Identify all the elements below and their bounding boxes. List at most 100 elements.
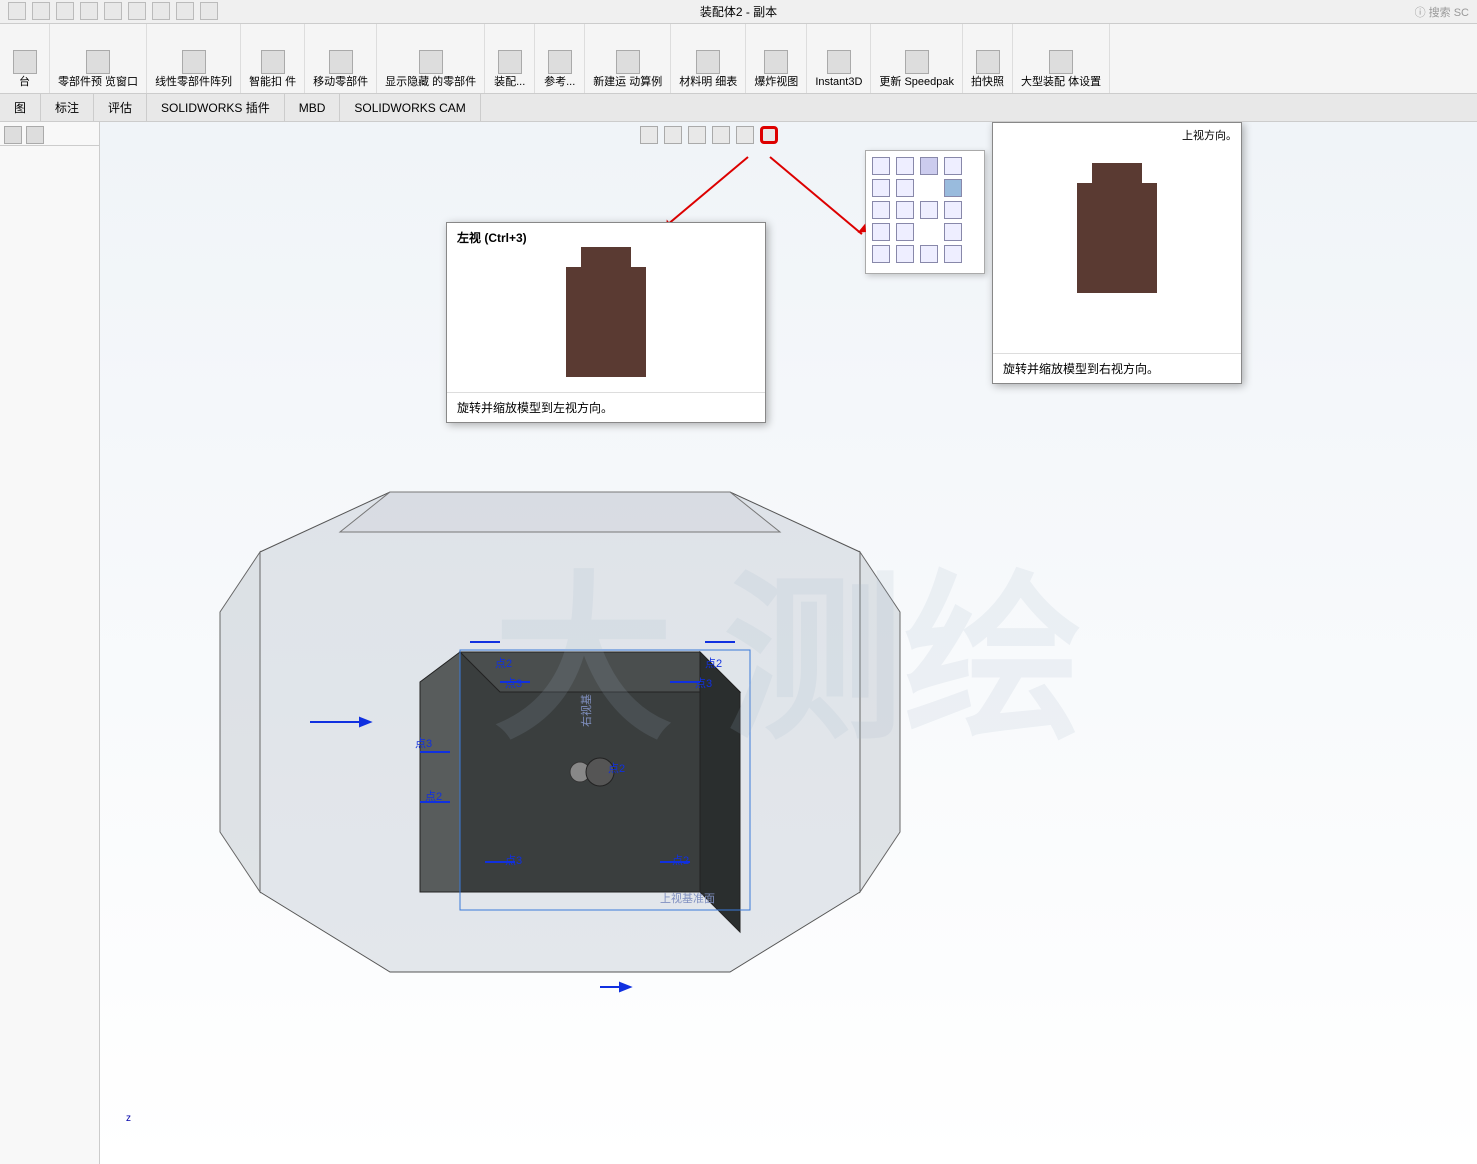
tab[interactable]: 评估	[94, 94, 147, 121]
point-label: 点2	[705, 657, 722, 670]
annotation-arrow	[663, 156, 749, 228]
qat-icon[interactable]	[152, 2, 170, 20]
coordinate-triad: z	[126, 1113, 131, 1124]
view-icon[interactable]	[872, 157, 890, 175]
zoom-fit-icon[interactable]	[640, 126, 658, 144]
right-view-icon[interactable]	[896, 201, 914, 219]
qat-icon[interactable]	[80, 2, 98, 20]
ribbon-btn-motion[interactable]: 新建运 动算例	[585, 24, 671, 93]
ribbon-btn-assembly[interactable]: 装配...	[485, 24, 535, 93]
qat-icon[interactable]	[176, 2, 194, 20]
preview-icon	[86, 50, 110, 74]
explode-icon	[764, 50, 788, 74]
ribbon-btn-move[interactable]: 移动零部件	[305, 24, 377, 93]
document-title: 装配体2 - 副本	[700, 3, 777, 20]
reference-icon	[548, 50, 572, 74]
ribbon-btn-reference[interactable]: 参考...	[535, 24, 585, 93]
view-cube-icon[interactable]	[920, 157, 938, 175]
ribbon-btn-speedpak[interactable]: 更新 Speedpak	[871, 24, 963, 93]
back-view-icon[interactable]	[896, 179, 914, 197]
heads-up-toolbar	[640, 126, 778, 144]
quick-access-toolbar	[8, 2, 218, 20]
ribbon-btn-instant3d[interactable]: Instant3D	[807, 24, 871, 93]
title-bar: 装配体2 - 副本 ⓘ 搜索 SC	[0, 0, 1477, 24]
ribbon-toolbar: 台 零部件预 览窗口 线性零部件阵列 智能扣 件 移动零部件 显示隐藏 的零部件…	[0, 24, 1477, 94]
left-view-icon[interactable]	[872, 201, 890, 219]
qat-icon[interactable]	[128, 2, 146, 20]
front-view-icon[interactable]	[872, 179, 890, 197]
model-preview-icon	[566, 267, 646, 377]
cube-icon	[13, 50, 37, 74]
tab[interactable]: SOLIDWORKS CAM	[340, 94, 480, 121]
plane-label: 右视基	[579, 694, 593, 727]
move-icon	[329, 50, 353, 74]
qat-icon[interactable]	[32, 2, 50, 20]
search-box[interactable]: ⓘ 搜索 SC	[1415, 4, 1469, 20]
ribbon-btn-largeassy[interactable]: 大型装配 体设置	[1013, 24, 1110, 93]
fastener-icon	[261, 50, 285, 74]
command-tabs: 图 标注 评估 SOLIDWORKS 插件 MBD SOLIDWORKS CAM	[0, 94, 1477, 122]
view-icon[interactable]	[896, 157, 914, 175]
view-cube-icon[interactable]	[944, 179, 962, 197]
section-icon[interactable]	[712, 126, 730, 144]
main-area: 左视 (Ctrl+3) 旋转并缩放模型到左视方向。 上视方向。 旋转并缩放模型到…	[0, 122, 1477, 1164]
tooltip-preview	[993, 123, 1241, 353]
panel-header	[0, 122, 99, 146]
viewport-2v-icon[interactable]	[920, 245, 938, 263]
qat-icon[interactable]	[200, 2, 218, 20]
qat-icon[interactable]	[8, 2, 26, 20]
tooltip-preview	[447, 252, 765, 392]
bom-icon	[696, 50, 720, 74]
annotation-arrow	[769, 156, 862, 235]
qat-icon[interactable]	[56, 2, 74, 20]
tree-icon[interactable]	[26, 126, 44, 144]
assembly-icon	[498, 50, 522, 74]
feature-tree-panel	[0, 122, 100, 1164]
ribbon-btn-snapshot[interactable]: 拍快照	[963, 24, 1013, 93]
pattern-icon	[182, 50, 206, 74]
viewport-1-icon[interactable]	[872, 245, 890, 263]
tab[interactable]: 图	[0, 94, 41, 121]
tab[interactable]: 标注	[41, 94, 94, 121]
ribbon-btn-fastener[interactable]: 智能扣 件	[241, 24, 305, 93]
viewport-4-icon[interactable]	[944, 245, 962, 263]
normal-to-icon[interactable]	[944, 223, 962, 241]
point-label: 点3	[415, 737, 432, 750]
ribbon-btn-preview[interactable]: 零部件预 览窗口	[50, 24, 147, 93]
tree-icon[interactable]	[4, 126, 22, 144]
plane-label: 上视基准面	[660, 891, 715, 905]
iso-view-icon[interactable]	[872, 223, 890, 241]
point-label: 点3	[505, 854, 522, 867]
tooltip-description: 旋转并缩放模型到右视方向。	[993, 353, 1241, 383]
view-orientation-button[interactable]	[760, 126, 778, 144]
zoom-area-icon[interactable]	[664, 126, 682, 144]
left-view-tooltip: 左视 (Ctrl+3) 旋转并缩放模型到左视方向。	[446, 222, 766, 423]
3d-viewport[interactable]: 左视 (Ctrl+3) 旋转并缩放模型到左视方向。 上视方向。 旋转并缩放模型到…	[100, 122, 1477, 1164]
viewport-2h-icon[interactable]	[896, 245, 914, 263]
ribbon-btn-explode[interactable]: 爆炸视图	[746, 24, 807, 93]
view-orientation-popup	[865, 150, 985, 274]
chevron-icon[interactable]	[944, 157, 962, 175]
dimetric-view-icon[interactable]	[896, 223, 914, 241]
instant3d-icon	[827, 50, 851, 74]
model-preview-icon	[1077, 183, 1157, 293]
eye-icon	[419, 50, 443, 74]
tooltip-description: 旋转并缩放模型到左视方向。	[447, 392, 765, 422]
ribbon-btn-bom[interactable]: 材料明 细表	[671, 24, 746, 93]
ribbon-btn-pattern[interactable]: 线性零部件阵列	[147, 24, 241, 93]
top-view-icon[interactable]	[920, 201, 938, 219]
tab[interactable]: SOLIDWORKS 插件	[147, 94, 285, 121]
prev-view-icon[interactable]	[688, 126, 706, 144]
tab[interactable]: MBD	[285, 94, 341, 121]
qat-icon[interactable]	[104, 2, 122, 20]
point-label: 点3	[505, 677, 522, 690]
ribbon-btn[interactable]: 台	[0, 24, 50, 93]
camera-icon	[976, 50, 1000, 74]
ribbon-btn-showhide[interactable]: 显示隐藏 的零部件	[377, 24, 485, 93]
point-label: 点2	[495, 657, 512, 670]
display-style-icon[interactable]	[736, 126, 754, 144]
largeassy-icon	[1049, 50, 1073, 74]
3d-model: 点2 点2 点3 点3 点3 点2 点2 点3 点2 上视基准面 右视基	[160, 432, 960, 1052]
bottom-view-icon[interactable]	[944, 201, 962, 219]
point-label: 点2	[608, 762, 625, 775]
